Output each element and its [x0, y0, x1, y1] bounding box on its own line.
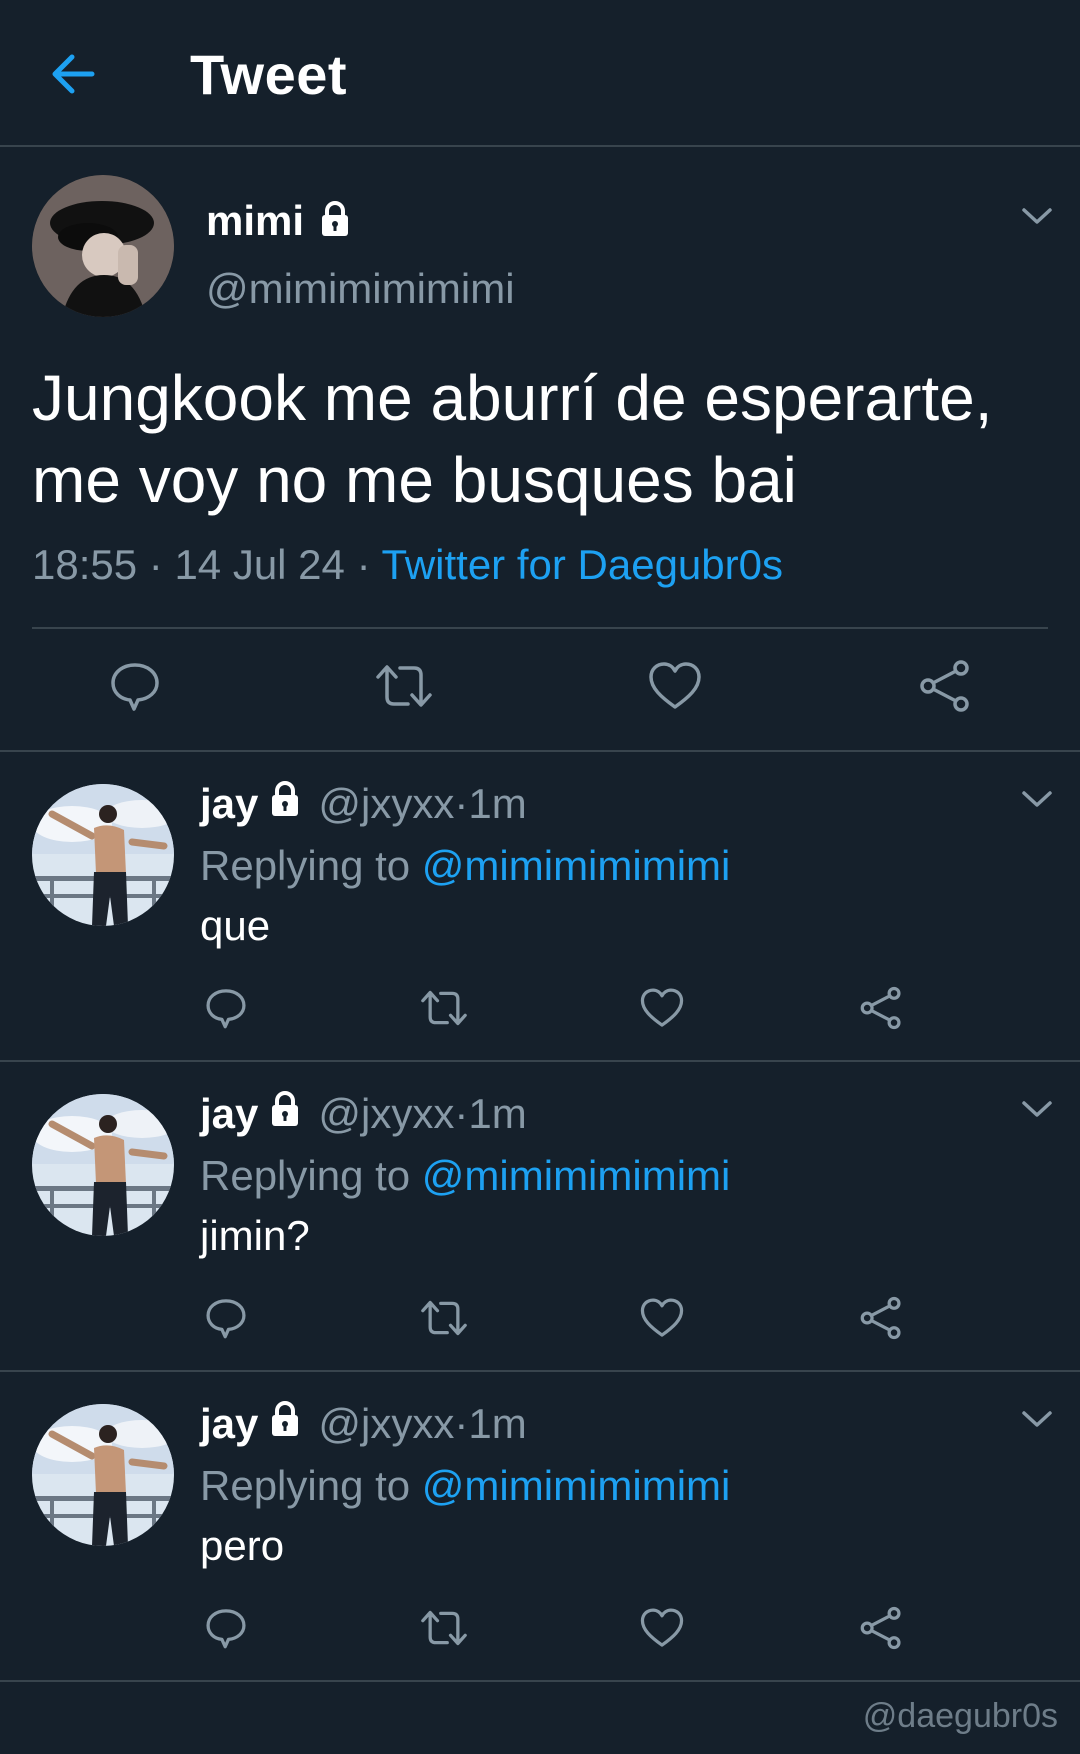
replying-to: Replying to @mimimimimimi — [200, 842, 730, 890]
reply-author-name[interactable]: jay — [200, 1090, 258, 1138]
avatar[interactable] — [32, 175, 174, 317]
comment-icon — [206, 989, 246, 1029]
reply-text: pero — [200, 1522, 285, 1569]
replying-to: Replying to @mimimimimimi — [200, 1152, 730, 1200]
retweet-icon — [421, 1610, 467, 1646]
replying-label: Replying to — [200, 842, 422, 889]
retweet-button[interactable] — [419, 986, 469, 1035]
reply-header: jay @jxyxx · 1m — [200, 1090, 527, 1138]
lock-icon — [266, 780, 304, 828]
avatar[interactable] — [32, 784, 174, 926]
like-button[interactable] — [647, 659, 703, 718]
chevron-down-icon — [1022, 208, 1052, 224]
chevron-down-icon — [1022, 1411, 1052, 1427]
like-button[interactable] — [639, 986, 685, 1035]
share-icon — [860, 1606, 901, 1650]
reply-time[interactable]: 1m — [468, 1400, 526, 1448]
heart-icon — [649, 662, 701, 709]
share-button[interactable] — [858, 986, 904, 1035]
tweet-meta: 18:55 · 14 Jul 24 · Twitter for Daegubr0… — [32, 541, 783, 589]
share-icon — [860, 986, 901, 1030]
retweet-button[interactable] — [419, 1606, 469, 1655]
share-button[interactable] — [917, 659, 973, 718]
author-name[interactable]: mimi — [206, 197, 304, 245]
avatar[interactable] — [32, 1094, 174, 1236]
share-button[interactable] — [858, 1606, 904, 1655]
tweet-source[interactable]: Twitter for Daegubr0s — [381, 541, 783, 588]
reply-tweet[interactable]: jay @jxyxx · 1m Replying to @mimimimimim… — [0, 1062, 1080, 1372]
tweet-time: 18:55 — [32, 541, 138, 588]
top-bar: Tweet — [0, 0, 1080, 147]
avatar[interactable] — [32, 1404, 174, 1546]
reply-header: jay @jxyxx · 1m — [200, 1400, 527, 1448]
reply-header: jay @jxyxx · 1m — [200, 780, 527, 828]
retweet-button[interactable] — [374, 659, 434, 718]
reply-author-handle[interactable]: @jxyxx — [318, 1400, 454, 1448]
like-button[interactable] — [639, 1606, 685, 1655]
reply-time[interactable]: 1m — [468, 780, 526, 828]
reply-tweet[interactable]: jay @jxyxx · 1m Replying to @mimimimimim… — [0, 752, 1080, 1062]
chevron-down-icon — [1022, 1101, 1052, 1117]
replying-to: Replying to @mimimimimimi — [200, 1462, 730, 1510]
tweet-date[interactable]: 14 Jul 24 — [174, 541, 344, 588]
reply-text: jimin? — [200, 1212, 310, 1259]
reply-time[interactable]: 1m — [468, 1090, 526, 1138]
heart-icon — [640, 1608, 684, 1647]
reply-button[interactable] — [108, 659, 162, 718]
reply-button[interactable] — [204, 1296, 248, 1345]
watermark: @daegubr0s — [862, 1697, 1058, 1735]
replying-label: Replying to — [200, 1462, 422, 1509]
comment-icon — [206, 1299, 246, 1339]
mention-link[interactable]: @mimimimimimi — [422, 1152, 731, 1199]
tweet-menu-button[interactable] — [1020, 1098, 1054, 1120]
arrow-left-icon — [52, 54, 95, 94]
lock-icon — [266, 1400, 304, 1448]
like-button[interactable] — [639, 1296, 685, 1345]
main-tweet: mimi @mimimimimimi Jungkook me aburrí de… — [0, 147, 1080, 752]
author-handle[interactable]: @mimimimimimi — [206, 265, 515, 313]
author-name-row: mimi — [206, 197, 354, 245]
mention-link[interactable]: @mimimimimimi — [422, 1462, 731, 1509]
reply-author-handle[interactable]: @jxyxx — [318, 1090, 454, 1138]
tweet-text: Jungkook me aburrí de esperarte, me voy … — [32, 362, 993, 516]
retweet-icon — [421, 990, 467, 1026]
heart-icon — [640, 1298, 684, 1337]
heart-icon — [640, 988, 684, 1027]
mention-link[interactable]: @mimimimimimi — [422, 842, 731, 889]
share-button[interactable] — [858, 1296, 904, 1345]
replying-label: Replying to — [200, 1152, 422, 1199]
comment-icon — [206, 1609, 246, 1649]
lock-icon — [266, 1090, 304, 1138]
share-icon — [920, 660, 969, 712]
retweet-button[interactable] — [419, 1296, 469, 1345]
reply-button[interactable] — [204, 986, 248, 1035]
meta-separator: · — [344, 541, 382, 588]
share-icon — [860, 1296, 901, 1340]
reply-text: que — [200, 902, 271, 949]
meta-separator: · — [454, 1400, 469, 1447]
retweet-icon — [376, 665, 432, 707]
chevron-down-icon — [1022, 791, 1052, 807]
reply-author-name[interactable]: jay — [200, 780, 258, 828]
divider — [32, 627, 1048, 629]
back-button[interactable] — [44, 44, 104, 104]
reply-author-name[interactable]: jay — [200, 1400, 258, 1448]
reply-tweet[interactable]: jay @jxyxx · 1m Replying to @mimimimimim… — [0, 1372, 1080, 1682]
meta-separator: · — [454, 780, 469, 827]
tweet-menu-button[interactable] — [1020, 205, 1054, 227]
reply-author-handle[interactable]: @jxyxx — [318, 780, 454, 828]
comment-icon — [111, 663, 159, 711]
reply-button[interactable] — [204, 1606, 248, 1655]
tweet-menu-button[interactable] — [1020, 1408, 1054, 1430]
meta-separator: · — [454, 1090, 469, 1137]
meta-separator: · — [137, 541, 175, 588]
retweet-icon — [421, 1300, 467, 1336]
tweet-menu-button[interactable] — [1020, 788, 1054, 810]
lock-icon — [316, 200, 354, 243]
page-title: Tweet — [190, 43, 348, 106]
